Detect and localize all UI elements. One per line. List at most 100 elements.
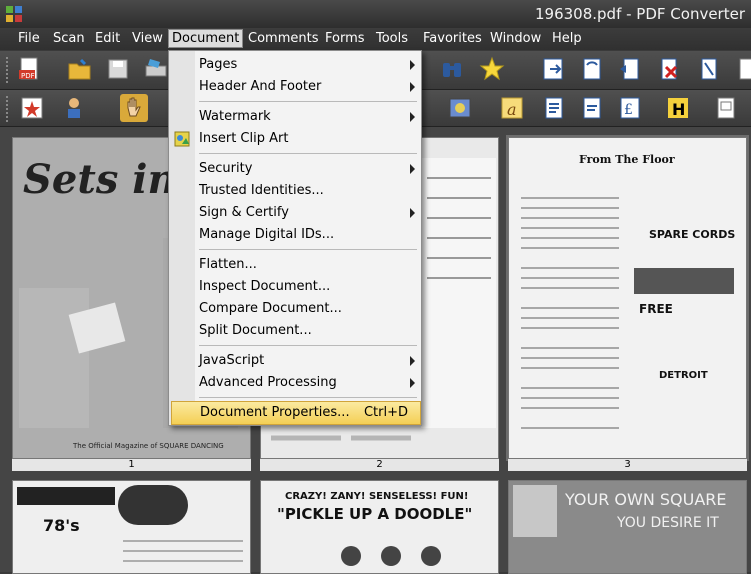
stamp-button[interactable]	[18, 94, 46, 122]
document-menu: Pages Header And Footer Watermark Insert…	[168, 50, 422, 426]
menu-item-watermark-label: Watermark	[199, 109, 271, 124]
menu-item-manage-digital-ids[interactable]: Manage Digital IDs...	[195, 224, 421, 246]
hand-tool-icon	[127, 97, 141, 117]
submenu-arrow-icon	[410, 164, 415, 174]
menu-item-header-footer[interactable]: Header And Footer	[195, 76, 421, 98]
overflow-button[interactable]	[734, 55, 751, 83]
menu-forms[interactable]: Forms	[322, 31, 368, 46]
save-button[interactable]	[104, 55, 132, 83]
menu-item-split-document[interactable]: Split Document...	[195, 320, 421, 342]
app-icon[interactable]	[4, 4, 24, 24]
submenu-arrow-icon	[410, 60, 415, 70]
menu-tools[interactable]: Tools	[373, 31, 411, 46]
page-thumbnail-3[interactable]: From The Floor SPARE CORDS FREE DETROIT	[506, 135, 749, 461]
menu-item-security[interactable]: Security	[195, 158, 421, 180]
menu-item-advanced-processing-label: Advanced Processing	[199, 375, 337, 390]
menu-view[interactable]: View	[129, 31, 166, 46]
insert-page-button[interactable]	[616, 55, 644, 83]
page6-subheading: YOU DESIRE IT	[616, 515, 719, 531]
menu-item-sign-certify-label: Sign & Certify	[199, 205, 289, 220]
page-image-5: CRAZY! ZANY! SENSELESS! FUN! "PICKLE UP …	[261, 481, 498, 573]
view-button[interactable]	[712, 94, 740, 122]
menu-item-advanced-processing[interactable]: Advanced Processing	[195, 372, 421, 394]
create-pdf-button[interactable]: PDF	[16, 55, 44, 83]
menu-item-inspect-document[interactable]: Inspect Document...	[195, 276, 421, 298]
page-label-3: 3	[508, 459, 747, 471]
find-button[interactable]	[438, 55, 466, 83]
submenu-arrow-icon	[410, 378, 415, 388]
export-icon	[543, 58, 563, 80]
binoculars-icon	[443, 63, 461, 77]
insert-page-icon	[620, 58, 639, 80]
menu-item-flatten[interactable]: Flatten...	[195, 254, 421, 276]
menu-item-header-footer-label: Header And Footer	[199, 79, 322, 94]
menu-scan[interactable]: Scan	[50, 31, 88, 46]
page-thumbnail-6[interactable]: YOUR OWN SQUARE YOU DESIRE IT	[508, 480, 747, 574]
open-folder-icon	[68, 58, 91, 80]
user-button[interactable]	[62, 94, 90, 122]
menu-separator	[199, 153, 417, 154]
submenu-arrow-icon	[410, 82, 415, 92]
note-icon	[583, 97, 601, 119]
svg-text:PDF: PDF	[21, 72, 35, 80]
svg-text:a: a	[507, 100, 517, 119]
menu-separator	[199, 345, 417, 346]
typewriter-icon	[545, 97, 563, 119]
rotate-icon	[583, 58, 601, 80]
page6-heading: YOUR OWN SQUARE	[564, 490, 727, 509]
menu-document[interactable]: Document	[168, 29, 244, 48]
page3-ad3: DETROIT	[659, 370, 708, 381]
menu-item-javascript[interactable]: JavaScript	[195, 350, 421, 372]
menu-edit[interactable]: Edit	[92, 31, 123, 46]
image-icon	[449, 98, 471, 118]
menu-item-insert-clip-art[interactable]: Insert Clip Art	[195, 128, 421, 150]
menu-window[interactable]: Window	[487, 31, 544, 46]
menu-separator	[199, 249, 417, 250]
page3-heading: From The Floor	[579, 153, 675, 166]
menu-item-pages-label: Pages	[199, 57, 238, 72]
formula-icon: £	[620, 97, 640, 119]
menu-item-trusted-identities[interactable]: Trusted Identities...	[195, 180, 421, 202]
text-tool-button[interactable]: a	[498, 94, 526, 122]
page-thumbnail-4[interactable]: 78's	[12, 480, 251, 574]
menu-item-sign-certify[interactable]: Sign & Certify	[195, 202, 421, 224]
save-icon	[108, 59, 128, 79]
user-icon	[68, 98, 80, 118]
menu-file[interactable]: File	[15, 31, 43, 46]
image-button[interactable]	[446, 94, 474, 122]
page3-ad2: FREE	[639, 302, 673, 316]
extract-page-button[interactable]	[696, 55, 724, 83]
formula-button[interactable]: £	[616, 94, 644, 122]
print-button[interactable]	[142, 55, 170, 83]
delete-page-button[interactable]	[656, 55, 684, 83]
delete-page-icon	[661, 58, 678, 80]
toolbar-grip[interactable]	[6, 57, 12, 83]
text-icon: a	[501, 97, 523, 119]
menu-item-security-label: Security	[199, 161, 253, 176]
menu-bar: File Scan Edit View Document Comments Fo…	[0, 28, 751, 50]
menu-item-compare-document[interactable]: Compare Document...	[195, 298, 421, 320]
menu-separator	[199, 101, 417, 102]
menu-item-pages[interactable]: Pages	[195, 54, 421, 76]
page-thumbnail-5[interactable]: CRAZY! ZANY! SENSELESS! FUN! "PICKLE UP …	[260, 480, 499, 574]
highlight-icon: H	[668, 98, 688, 119]
menu-item-watermark[interactable]: Watermark	[195, 106, 421, 128]
export-button[interactable]	[540, 55, 568, 83]
pdf-create-icon: PDF	[19, 57, 38, 80]
open-button[interactable]	[66, 55, 94, 83]
typewriter-button[interactable]	[540, 94, 568, 122]
note-button[interactable]	[578, 94, 606, 122]
menu-item-document-properties[interactable]: Document Properties... Ctrl+D	[171, 401, 421, 425]
menu-comments[interactable]: Comments	[245, 31, 321, 46]
menu-item-javascript-label: JavaScript	[199, 353, 265, 368]
toolbar-grip-2[interactable]	[6, 96, 12, 122]
highlight-button[interactable]: H	[664, 94, 692, 122]
menu-item-manage-digital-ids-label: Manage Digital IDs...	[199, 227, 335, 242]
page-label-1: 1	[12, 459, 251, 471]
menu-separator	[199, 397, 417, 398]
menu-help[interactable]: Help	[549, 31, 585, 46]
menu-favorites[interactable]: Favorites	[420, 31, 485, 46]
favorites-button[interactable]	[478, 55, 506, 83]
hand-tool-button[interactable]	[120, 94, 148, 122]
rotate-button[interactable]	[578, 55, 606, 83]
